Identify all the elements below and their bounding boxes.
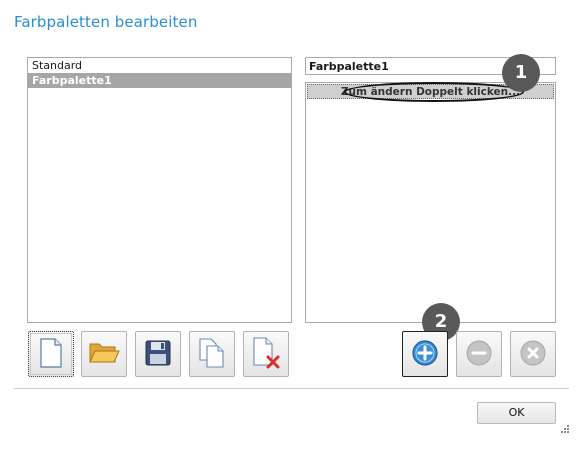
- color-list[interactable]: Zum ändern Doppelt klicken...: [305, 82, 556, 323]
- save-palette-button[interactable]: [135, 331, 181, 377]
- palette-list[interactable]: Standard Farbpalette1: [27, 57, 292, 323]
- remove-color-button[interactable]: [456, 331, 502, 377]
- resize-grip-icon[interactable]: [558, 424, 570, 436]
- open-palette-button[interactable]: [81, 331, 127, 377]
- palette-item-standard[interactable]: Standard: [28, 58, 291, 73]
- clear-color-button[interactable]: [510, 331, 556, 377]
- ok-button[interactable]: OK: [477, 402, 556, 424]
- footer-separator: [14, 388, 569, 389]
- delete-palette-button[interactable]: [243, 331, 289, 377]
- new-document-icon: [38, 337, 64, 371]
- callout-badge-1: 1: [502, 54, 540, 92]
- copy-palette-button[interactable]: [189, 331, 235, 377]
- copy-document-icon: [198, 337, 226, 371]
- save-disk-icon: [144, 339, 172, 370]
- dialog-title: Farbpaletten bearbeiten: [14, 13, 198, 31]
- open-folder-icon: [88, 340, 120, 369]
- clear-circle-icon: [519, 339, 547, 370]
- add-circle-icon: [411, 339, 439, 370]
- new-palette-button[interactable]: [28, 331, 74, 377]
- delete-document-icon: [251, 336, 281, 372]
- add-color-button[interactable]: [402, 331, 448, 377]
- palette-item-farbpalette1[interactable]: Farbpalette1: [28, 73, 291, 88]
- remove-circle-icon: [465, 339, 493, 370]
